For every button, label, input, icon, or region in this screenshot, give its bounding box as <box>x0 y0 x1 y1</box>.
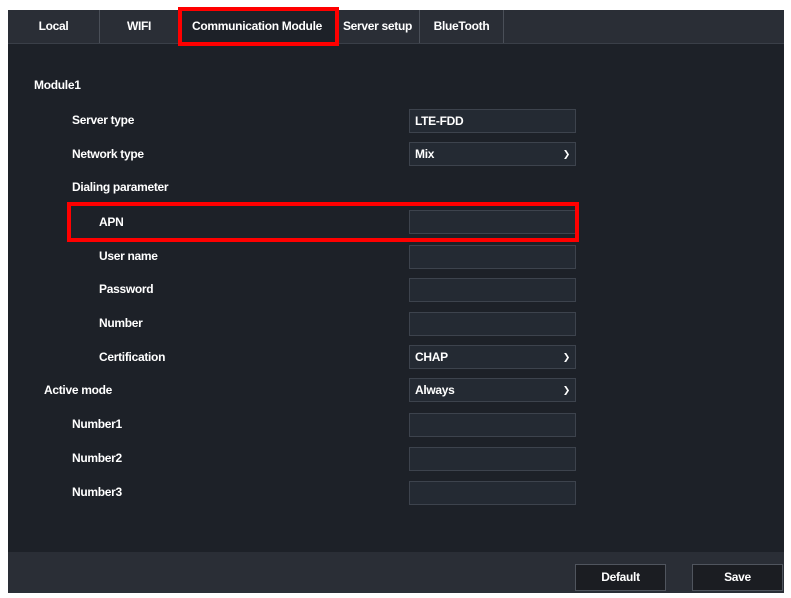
apn-label: APN <box>99 215 124 229</box>
password-label: Password <box>99 282 154 296</box>
number2-field[interactable] <box>409 447 576 471</box>
chevron-down-icon: ❯ <box>562 352 571 362</box>
username-label: User name <box>99 249 158 263</box>
certification-select[interactable]: CHAP ❯ <box>409 345 576 369</box>
number-label: Number <box>99 316 143 330</box>
tab-communication-module[interactable]: Communication Module <box>179 10 336 43</box>
password-field[interactable] <box>409 278 576 302</box>
module1-heading: Module1 <box>34 78 81 92</box>
apn-field[interactable] <box>409 210 576 234</box>
active-mode-value: Always <box>415 383 455 397</box>
number1-label: Number1 <box>72 417 122 431</box>
number1-field[interactable] <box>409 413 576 437</box>
number-field[interactable] <box>409 312 576 336</box>
number3-field[interactable] <box>409 481 576 505</box>
server-type-label: Server type <box>72 113 135 127</box>
tab-local[interactable]: Local <box>8 10 100 43</box>
active-mode-label: Active mode <box>44 383 113 397</box>
tab-bluetooth[interactable]: BlueTooth <box>420 10 504 43</box>
number3-label: Number3 <box>72 485 122 499</box>
certification-value: CHAP <box>415 350 448 364</box>
server-type-field[interactable]: LTE-FDD <box>409 109 576 133</box>
number2-label: Number2 <box>72 451 122 465</box>
certification-label: Certification <box>99 350 166 364</box>
dialing-parameter-label: Dialing parameter <box>72 180 169 194</box>
tab-server-setup[interactable]: Server setup <box>336 10 420 43</box>
default-button[interactable]: Default <box>575 564 666 591</box>
network-type-label: Network type <box>72 147 144 161</box>
network-type-value: Mix <box>415 147 435 161</box>
active-mode-select[interactable]: Always ❯ <box>409 378 576 402</box>
settings-panel: Local WIFI Communication Module Server s… <box>8 10 784 593</box>
save-button[interactable]: Save <box>692 564 783 591</box>
chevron-down-icon: ❯ <box>562 385 571 395</box>
username-field[interactable] <box>409 245 576 269</box>
network-type-select[interactable]: Mix ❯ <box>409 142 576 166</box>
tab-wifi[interactable]: WIFI <box>100 10 179 43</box>
footer-bar: Default Save <box>8 552 784 593</box>
tab-bar: Local WIFI Communication Module Server s… <box>8 10 784 44</box>
chevron-down-icon: ❯ <box>562 149 571 159</box>
